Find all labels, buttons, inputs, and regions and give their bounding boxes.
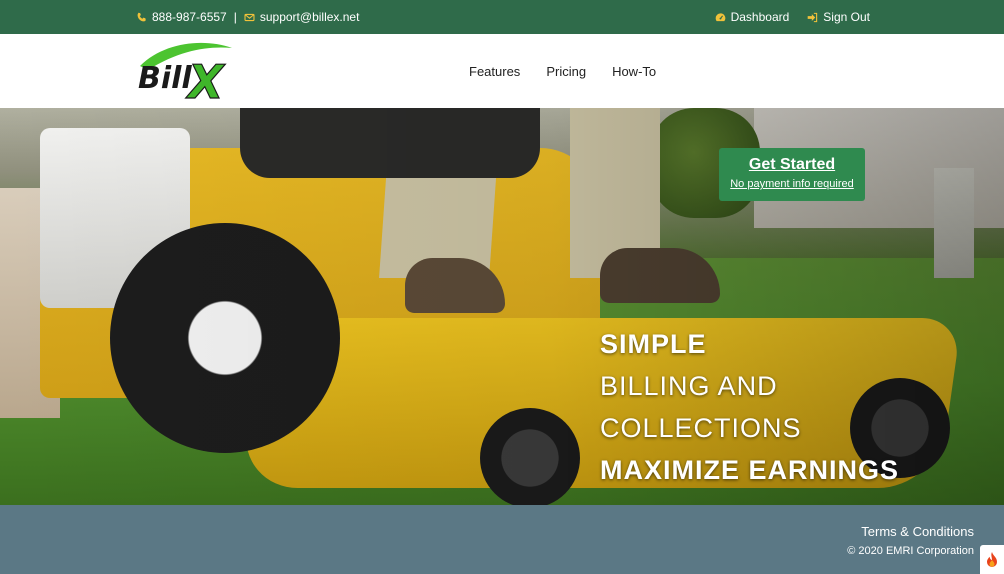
main-navbar: Bill X Features Pricing How-To [0, 34, 1004, 110]
contact-info: 888-987-6557 | support@billex.net [136, 10, 359, 24]
get-started-subtitle: No payment info required [730, 178, 854, 190]
envelope-icon [244, 12, 255, 23]
contact-separator: | [233, 10, 237, 24]
email-link[interactable]: support@billex.net [260, 10, 360, 24]
billx-logo-graphic: Bill X [138, 42, 232, 110]
nav-pricing[interactable]: Pricing [546, 64, 586, 79]
dashboard-link[interactable]: Dashboard [731, 10, 790, 24]
sign-out-link[interactable]: Sign Out [823, 10, 870, 24]
get-started-title: Get Started [748, 156, 836, 173]
account-links: Dashboard Sign Out [715, 10, 870, 24]
tagline-line-1: SIMPLE [600, 329, 707, 359]
svg-text:X: X [185, 55, 226, 102]
primary-nav: Features Pricing How-To [469, 64, 656, 79]
hero-tagline: SIMPLE BILLING AND COLLECTIONS MAXIMIZE … [600, 323, 899, 491]
top-contact-bar: 888-987-6557 | support@billex.net Dashbo… [0, 0, 1004, 34]
nav-features[interactable]: Features [469, 64, 520, 79]
get-started-button[interactable]: Get Started No payment info required [719, 148, 865, 201]
page-footer: Terms & Conditions © 2020 EMRI Corporati… [0, 505, 1004, 574]
phone-icon [136, 12, 147, 23]
billx-logo[interactable]: Bill X [134, 40, 234, 110]
sign-out-icon [807, 12, 818, 23]
tagline-line-2: BILLING AND [600, 371, 778, 401]
tagline-line-3: COLLECTIONS [600, 413, 802, 443]
terms-link[interactable]: Terms & Conditions [861, 524, 974, 539]
phone-link[interactable]: 888-987-6557 [152, 10, 227, 24]
nav-how-to[interactable]: How-To [612, 64, 656, 79]
flame-icon[interactable] [980, 545, 1004, 574]
tagline-line-4: MAXIMIZE EARNINGS [600, 455, 900, 485]
dashboard-gauge-icon [715, 12, 726, 23]
copyright-text: © 2020 EMRI Corporation [847, 545, 974, 557]
svg-text:Bill: Bill [138, 61, 192, 96]
hero-banner: Get Started No payment info required SIM… [0, 108, 1004, 505]
